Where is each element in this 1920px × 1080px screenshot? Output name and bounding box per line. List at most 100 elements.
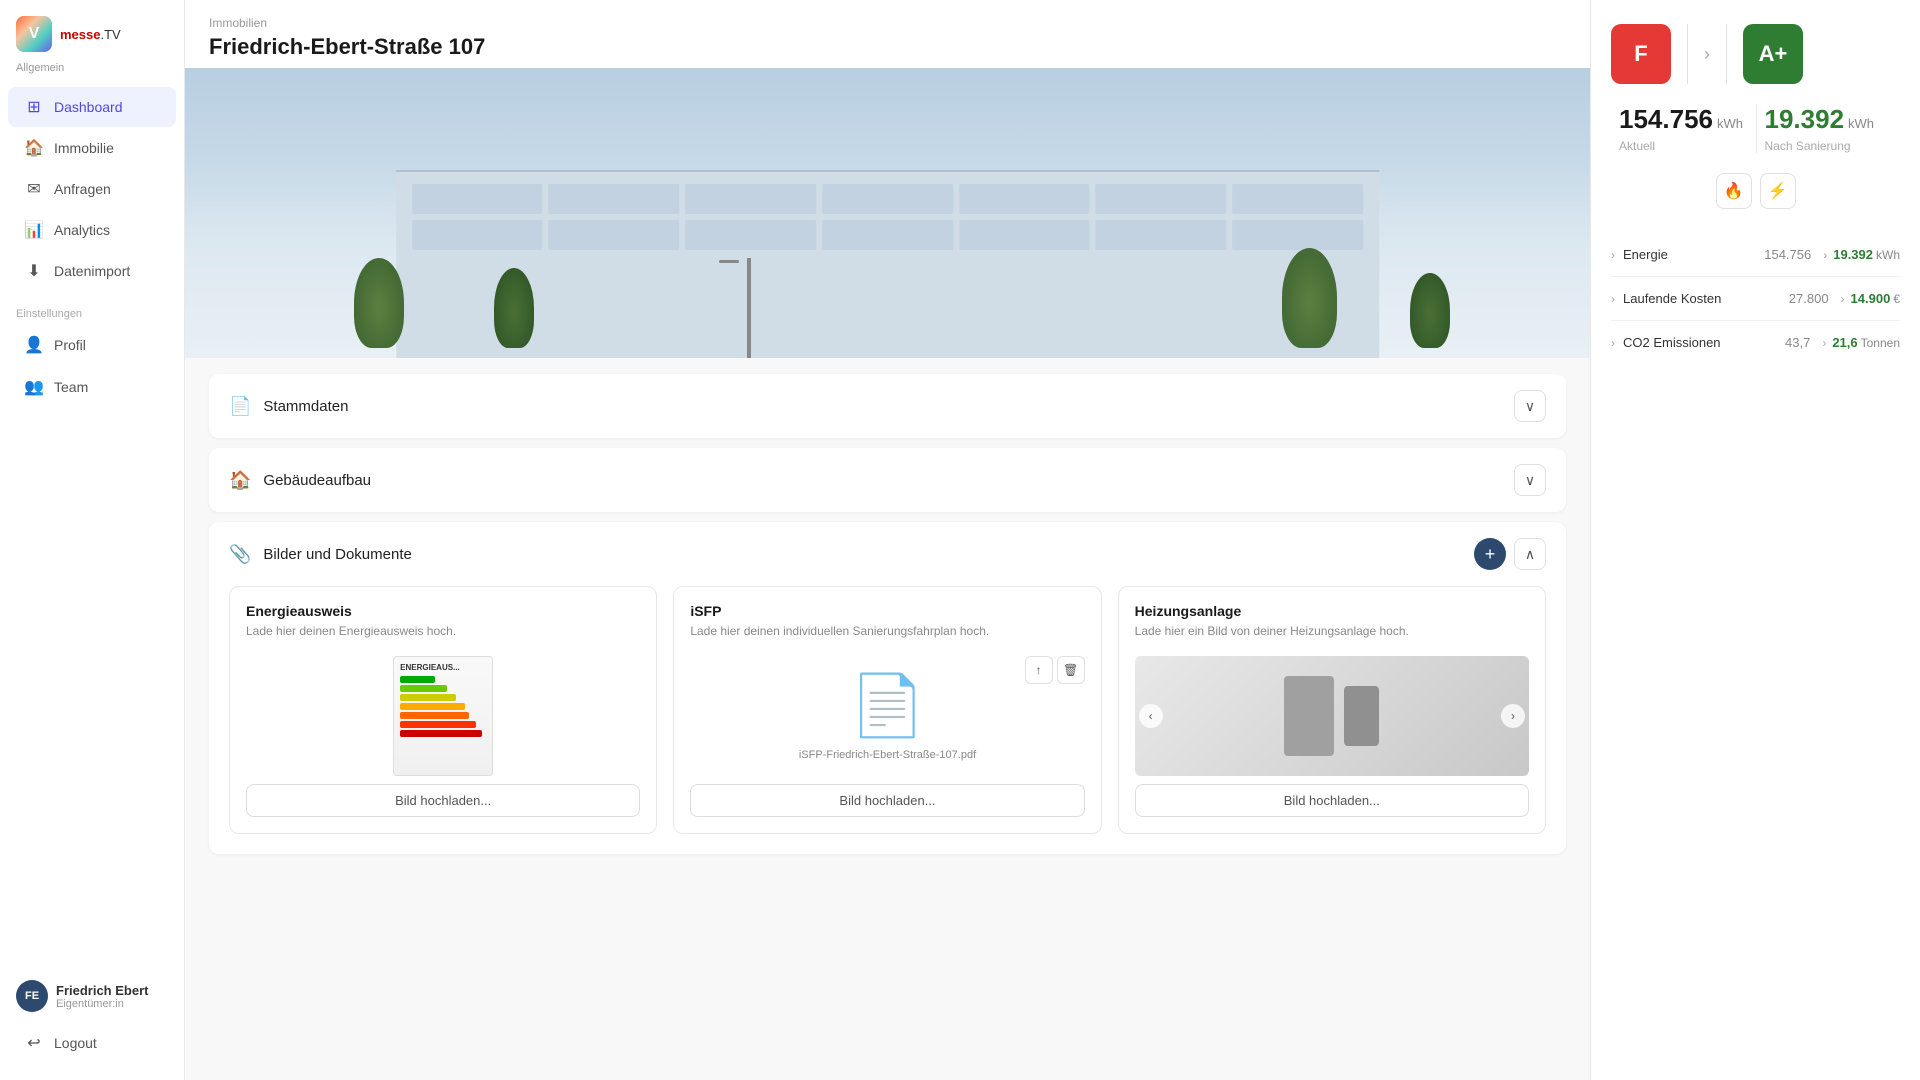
documents-grid: Energieausweis Lade hier deinen Energiea… <box>209 586 1566 854</box>
bilder-toggle[interactable]: ∧ <box>1514 538 1546 570</box>
page-title: Friedrich-Ebert-Straße 107 <box>209 34 1566 60</box>
bilder-header[interactable]: 📎 Bilder und Dokumente + ∧ <box>209 522 1566 586</box>
add-document-button[interactable]: + <box>1474 538 1506 570</box>
isfp-delete-button[interactable]: 🗑 <box>1057 656 1085 684</box>
doc-desc: Lade hier deinen Energieausweis hoch. <box>246 623 640 640</box>
metric-arrow: › <box>1822 336 1826 350</box>
sidebar-item-logout[interactable]: ↩ Logout <box>8 1023 176 1063</box>
person-icon: 👤 <box>24 335 44 355</box>
sidebar-item-label: Datenimport <box>54 263 130 279</box>
sidebar-item-label: Immobilie <box>54 140 114 156</box>
sidebar: V messe.TV Allgemein ⊞ Dashboard 🏠 Immob… <box>0 0 185 1080</box>
metric-after: 14.900 <box>1851 291 1891 306</box>
property-image <box>185 68 1590 358</box>
metric-after: 21,6 <box>1832 335 1857 350</box>
gebaeude-header[interactable]: 🏠 Gebäudeaufbau ∨ <box>209 448 1566 512</box>
team-icon: 👥 <box>24 377 44 397</box>
stammdaten-controls: ∨ <box>1514 390 1546 422</box>
doc-desc: Lade hier deinen individuellen Sanierung… <box>690 623 1084 640</box>
energy-badges: F › A+ <box>1611 24 1900 84</box>
energy-current-value: 154.756 <box>1619 104 1713 135</box>
property-header: Immobilien Friedrich-Ebert-Straße 107 <box>185 0 1590 68</box>
isfp-filename: iSFP-Friedrich-Ebert-Straße-107.pdf <box>799 749 976 761</box>
sidebar-bottom: FE Friedrich Ebert Eigentümer:in ↩ Logou… <box>0 970 184 1064</box>
energy-flame-button[interactable]: 🔥 <box>1716 173 1752 209</box>
metric-unit: Tonnen <box>1861 336 1900 350</box>
heizung-next-button[interactable]: › <box>1501 704 1525 728</box>
doc-desc: Lade hier ein Bild von deiner Heizungsan… <box>1135 623 1529 640</box>
badge-divider <box>1687 24 1688 84</box>
metric-before: 43,7 <box>1785 335 1810 350</box>
metric-before: 154.756 <box>1764 247 1811 262</box>
heizung-upload-button[interactable]: Bild hochladen... <box>1135 784 1529 817</box>
energieausweis-preview: ENERGIEAUS... <box>246 656 640 776</box>
metric-arrow: › <box>1841 292 1845 306</box>
energy-after-unit: kWh <box>1848 116 1874 131</box>
sidebar-item-datenimport[interactable]: ⬇ Datenimport <box>8 251 176 291</box>
brand-name: messe.TV <box>60 27 121 42</box>
energy-current-unit: kWh <box>1717 116 1743 131</box>
chart-icon: 📊 <box>24 220 44 240</box>
stammdaten-toggle[interactable]: ∨ <box>1514 390 1546 422</box>
sidebar-item-immobilie[interactable]: 🏠 Immobilie <box>8 128 176 168</box>
metric-unit: € <box>1893 292 1900 306</box>
metric-arrow: › <box>1823 248 1827 262</box>
bilder-title: Bilder und Dokumente <box>263 546 1462 563</box>
isfp-share-button[interactable]: ↑ <box>1025 656 1053 684</box>
heizung-image: ‹ › <box>1135 656 1529 776</box>
gebaeude-toggle[interactable]: ∨ <box>1514 464 1546 496</box>
energy-current-col: 154.756 kWh Aktuell <box>1611 104 1756 153</box>
gebaeude-title: Gebäudeaufbau <box>263 472 1502 489</box>
badge-divider2 <box>1726 24 1727 84</box>
main-content: Immobilien Friedrich-Ebert-Straße 107 <box>185 0 1590 1080</box>
sidebar-item-label: Anfragen <box>54 181 111 197</box>
property-section: Immobilien Friedrich-Ebert-Straße 107 <box>185 0 1590 358</box>
energy-bolt-button[interactable]: ⚡ <box>1760 173 1796 209</box>
metric-row-kosten[interactable]: › Laufende Kosten 27.800 › 14.900 € <box>1611 277 1900 321</box>
doc-card-energieausweis: Energieausweis Lade hier deinen Energiea… <box>229 586 657 834</box>
stammdaten-title: Stammdaten <box>263 398 1502 415</box>
sidebar-item-label: Analytics <box>54 222 110 238</box>
settings-section-title: Einstellungen <box>0 292 184 324</box>
doc-title: iSFP <box>690 603 1084 619</box>
sidebar-item-label: Logout <box>54 1035 97 1051</box>
gebaeude-controls: ∨ <box>1514 464 1546 496</box>
heizung-prev-button[interactable]: ‹ <box>1139 704 1163 728</box>
energieausweis-upload-button[interactable]: Bild hochladen... <box>246 784 640 817</box>
building-icon: 🏠 <box>229 470 251 491</box>
clip-icon: 📎 <box>229 544 251 565</box>
sidebar-item-dashboard[interactable]: ⊞ Dashboard <box>8 87 176 127</box>
stammdaten-header[interactable]: 📄 Stammdaten ∨ <box>209 374 1566 438</box>
energy-after-value: 19.392 <box>1765 104 1845 135</box>
gebaeude-section: 🏠 Gebäudeaufbau ∨ <box>209 448 1566 512</box>
user-card[interactable]: FE Friedrich Ebert Eigentümer:in <box>0 970 184 1022</box>
stammdaten-section: 📄 Stammdaten ∨ <box>209 374 1566 438</box>
sidebar-item-anfragen[interactable]: ✉ Anfragen <box>8 169 176 209</box>
isfp-upload-button[interactable]: Bild hochladen... <box>690 784 1084 817</box>
sections-area: 📄 Stammdaten ∨ 🏠 Gebäudeaufbau ∨ 📎 Bilde… <box>185 358 1590 1080</box>
logo-area: V messe.TV <box>0 0 184 60</box>
badge-arrow: › <box>1704 44 1710 65</box>
metric-row-co2[interactable]: › CO2 Emissionen 43,7 › 21,6 Tonnen <box>1611 321 1900 364</box>
heizung-content <box>1284 676 1379 756</box>
metric-name: Laufende Kosten <box>1623 291 1789 306</box>
breadcrumb: Immobilien <box>209 16 1566 30</box>
home-icon: 🏠 <box>24 138 44 158</box>
metric-row-energie[interactable]: › Energie 154.756 › 19.392 kWh <box>1611 233 1900 277</box>
right-panel: F › A+ 154.756 kWh Aktuell 19.392 kWh Na… <box>1590 0 1920 1080</box>
sidebar-item-analytics[interactable]: 📊 Analytics <box>8 210 176 250</box>
sidebar-item-profil[interactable]: 👤 Profil <box>8 325 176 365</box>
sidebar-item-team[interactable]: 👥 Team <box>8 367 176 407</box>
import-icon: ⬇ <box>24 261 44 281</box>
metric-chevron: › <box>1611 248 1615 262</box>
bilder-controls: + ∧ <box>1474 538 1546 570</box>
energy-icons: 🔥 ⚡ <box>1611 173 1900 209</box>
doc-card-isfp: iSFP Lade hier deinen individuellen Sani… <box>673 586 1101 834</box>
logo-icon: V <box>16 16 52 52</box>
user-info: Friedrich Ebert Eigentümer:in <box>56 983 148 1010</box>
logout-icon: ↩ <box>24 1033 44 1053</box>
energy-after-col: 19.392 kWh Nach Sanierung <box>1756 104 1901 153</box>
energy-current-label: Aktuell <box>1619 139 1748 153</box>
energy-badge-after: A+ <box>1743 24 1803 84</box>
avatar: FE <box>16 980 48 1012</box>
